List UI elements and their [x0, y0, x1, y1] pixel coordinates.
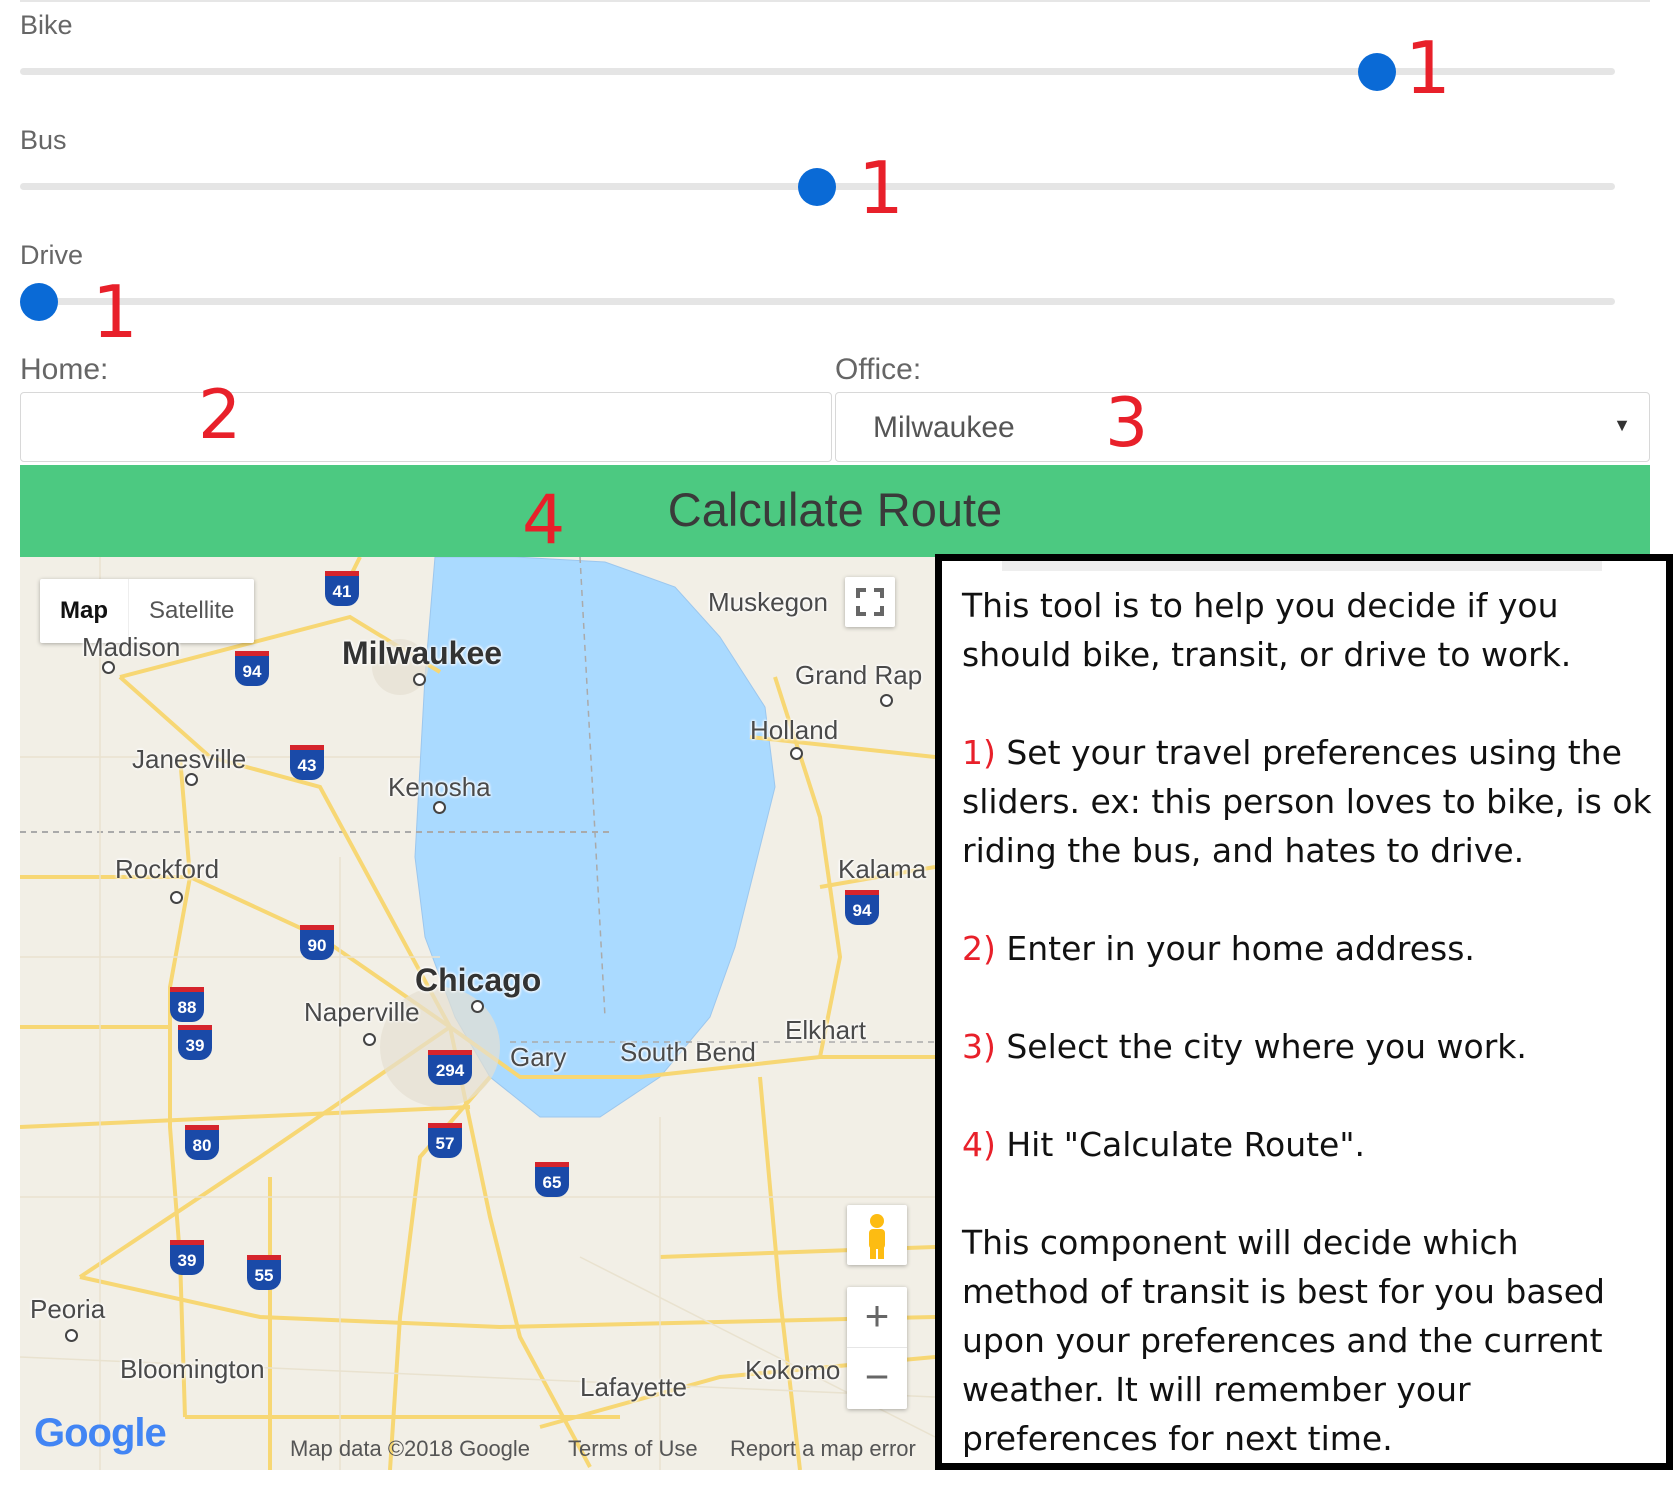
- calculate-route-button[interactable]: Calculate Route: [20, 465, 1650, 557]
- city-marker: [433, 801, 446, 814]
- step-3-number: 3): [962, 1027, 996, 1066]
- fullscreen-button[interactable]: [845, 577, 895, 627]
- map-label-holland: Holland: [750, 715, 839, 745]
- highway-shield: 39: [178, 1025, 212, 1060]
- bus-slider-handle[interactable]: [798, 168, 836, 206]
- map-label-janesville: Janesville: [132, 744, 247, 774]
- horizontal-scrollbar[interactable]: [1002, 561, 1602, 571]
- office-selected-value: Milwaukee: [873, 411, 1015, 444]
- office-city-select[interactable]: Milwaukee ▼: [835, 392, 1650, 462]
- step-2-text: Enter in your home address.: [995, 929, 1475, 968]
- drive-slider-label: Drive: [20, 240, 84, 270]
- map-label-gary: Gary: [510, 1042, 567, 1072]
- home-label: Home:: [20, 353, 109, 386]
- annotation-3: 3: [1105, 384, 1149, 463]
- map-label-kalamazoo: Kalama: [838, 854, 927, 884]
- instructions-step-3: 3) Select the city where you work.: [962, 1022, 1654, 1071]
- highway-shield: 57: [428, 1123, 462, 1158]
- instructions-outro: This component will decide which method …: [962, 1223, 1605, 1458]
- city-marker: [471, 1000, 484, 1013]
- instructions-step-1: 1) Set your travel preferences using the…: [962, 728, 1654, 875]
- highway-shield: 88: [170, 987, 204, 1022]
- map-label-rockford: Rockford: [115, 854, 220, 884]
- step-3-text: Select the city where you work.: [995, 1027, 1527, 1066]
- drive-slider-track[interactable]: [20, 298, 1615, 305]
- city-marker: [102, 661, 115, 674]
- annotation-2: 2: [198, 376, 242, 455]
- step-1-text: Set your travel preferences using the sl…: [962, 733, 1652, 870]
- step-4-number: 4): [962, 1125, 996, 1164]
- terms-of-use-link[interactable]: Terms of Use: [568, 1436, 698, 1462]
- map-label-naperville: Naperville: [304, 997, 420, 1027]
- highway-shield: 43: [290, 745, 324, 780]
- map-label-kenosha: Kenosha: [388, 772, 491, 802]
- annotation-1-bus: 1: [858, 146, 904, 230]
- zoom-out-button[interactable]: −: [847, 1348, 907, 1408]
- instructions-step-2: 2) Enter in your home address.: [962, 924, 1654, 973]
- highway-shield: 94: [845, 890, 879, 925]
- city-marker: [185, 773, 198, 786]
- annotation-1-drive: 1: [92, 270, 138, 354]
- google-logo-text: Google: [34, 1411, 167, 1455]
- instructions-panel: This tool is to help you decide if you s…: [935, 554, 1673, 1470]
- map-label-muskegon: Muskegon: [708, 587, 828, 617]
- instructions-step-4: 4) Hit "Calculate Route".: [962, 1120, 1654, 1169]
- highway-shield: 94: [235, 651, 269, 686]
- map-label-south-bend: South Bend: [620, 1037, 756, 1067]
- city-marker: [790, 747, 803, 760]
- step-4-text: Hit "Calculate Route".: [995, 1125, 1366, 1164]
- bike-slider-label: Bike: [20, 10, 73, 40]
- map-label-kokomo: Kokomo: [745, 1355, 841, 1385]
- home-address-input[interactable]: [20, 392, 832, 462]
- city-marker: [65, 1329, 78, 1342]
- highway-shield: 80: [185, 1125, 219, 1160]
- map-label-lafayette: Lafayette: [580, 1372, 687, 1402]
- instructions-intro: This tool is to help you decide if you s…: [962, 586, 1572, 674]
- map-label-chicago: Chicago: [415, 962, 542, 998]
- highway-shield: 294: [428, 1050, 472, 1085]
- zoom-control: + −: [847, 1287, 907, 1409]
- map-data-attribution: Map data ©2018 Google: [290, 1436, 531, 1461]
- highway-shield: 65: [535, 1162, 569, 1197]
- annotation-1-bike: 1: [1405, 26, 1451, 110]
- step-2-number: 2): [962, 929, 996, 968]
- map-label-peoria: Peoria: [30, 1294, 106, 1324]
- map-label-elkhart: Elkhart: [785, 1015, 866, 1045]
- report-map-error-link[interactable]: Report a map error: [730, 1436, 916, 1462]
- city-marker: [363, 1033, 376, 1046]
- city-marker: [170, 891, 183, 904]
- map-label-milwaukee: Milwaukee: [342, 635, 503, 671]
- office-label: Office:: [835, 353, 922, 386]
- pegman-icon: [869, 1214, 885, 1259]
- annotation-4: 4: [522, 481, 566, 560]
- dropdown-arrow-icon: ▼: [1613, 415, 1631, 435]
- highway-shield: 39: [170, 1240, 204, 1275]
- zoom-in-button[interactable]: +: [847, 1287, 907, 1348]
- map-view[interactable]: Map Satellite + − Madison Milwaukee Musk…: [20, 557, 935, 1470]
- top-divider: [20, 0, 1650, 2]
- map-label-bloomington: Bloomington: [120, 1354, 265, 1384]
- city-marker: [413, 673, 426, 686]
- step-1-number: 1): [962, 733, 996, 772]
- bus-slider-label: Bus: [20, 125, 67, 155]
- bike-slider-handle[interactable]: [1358, 53, 1396, 91]
- fullscreen-icon: [856, 588, 884, 616]
- map-label-grand-rapids: Grand Rap: [795, 660, 923, 690]
- highway-shield: 90: [300, 925, 334, 960]
- drive-slider-handle[interactable]: [20, 283, 58, 321]
- google-logo: Google: [34, 1411, 167, 1456]
- highway-shield: 41: [325, 571, 359, 606]
- city-marker: [880, 694, 893, 707]
- street-view-button[interactable]: [847, 1205, 907, 1265]
- map-label-madison: Madison: [82, 632, 181, 662]
- map-base-layer: [20, 557, 935, 1470]
- highway-shield: 55: [247, 1255, 281, 1290]
